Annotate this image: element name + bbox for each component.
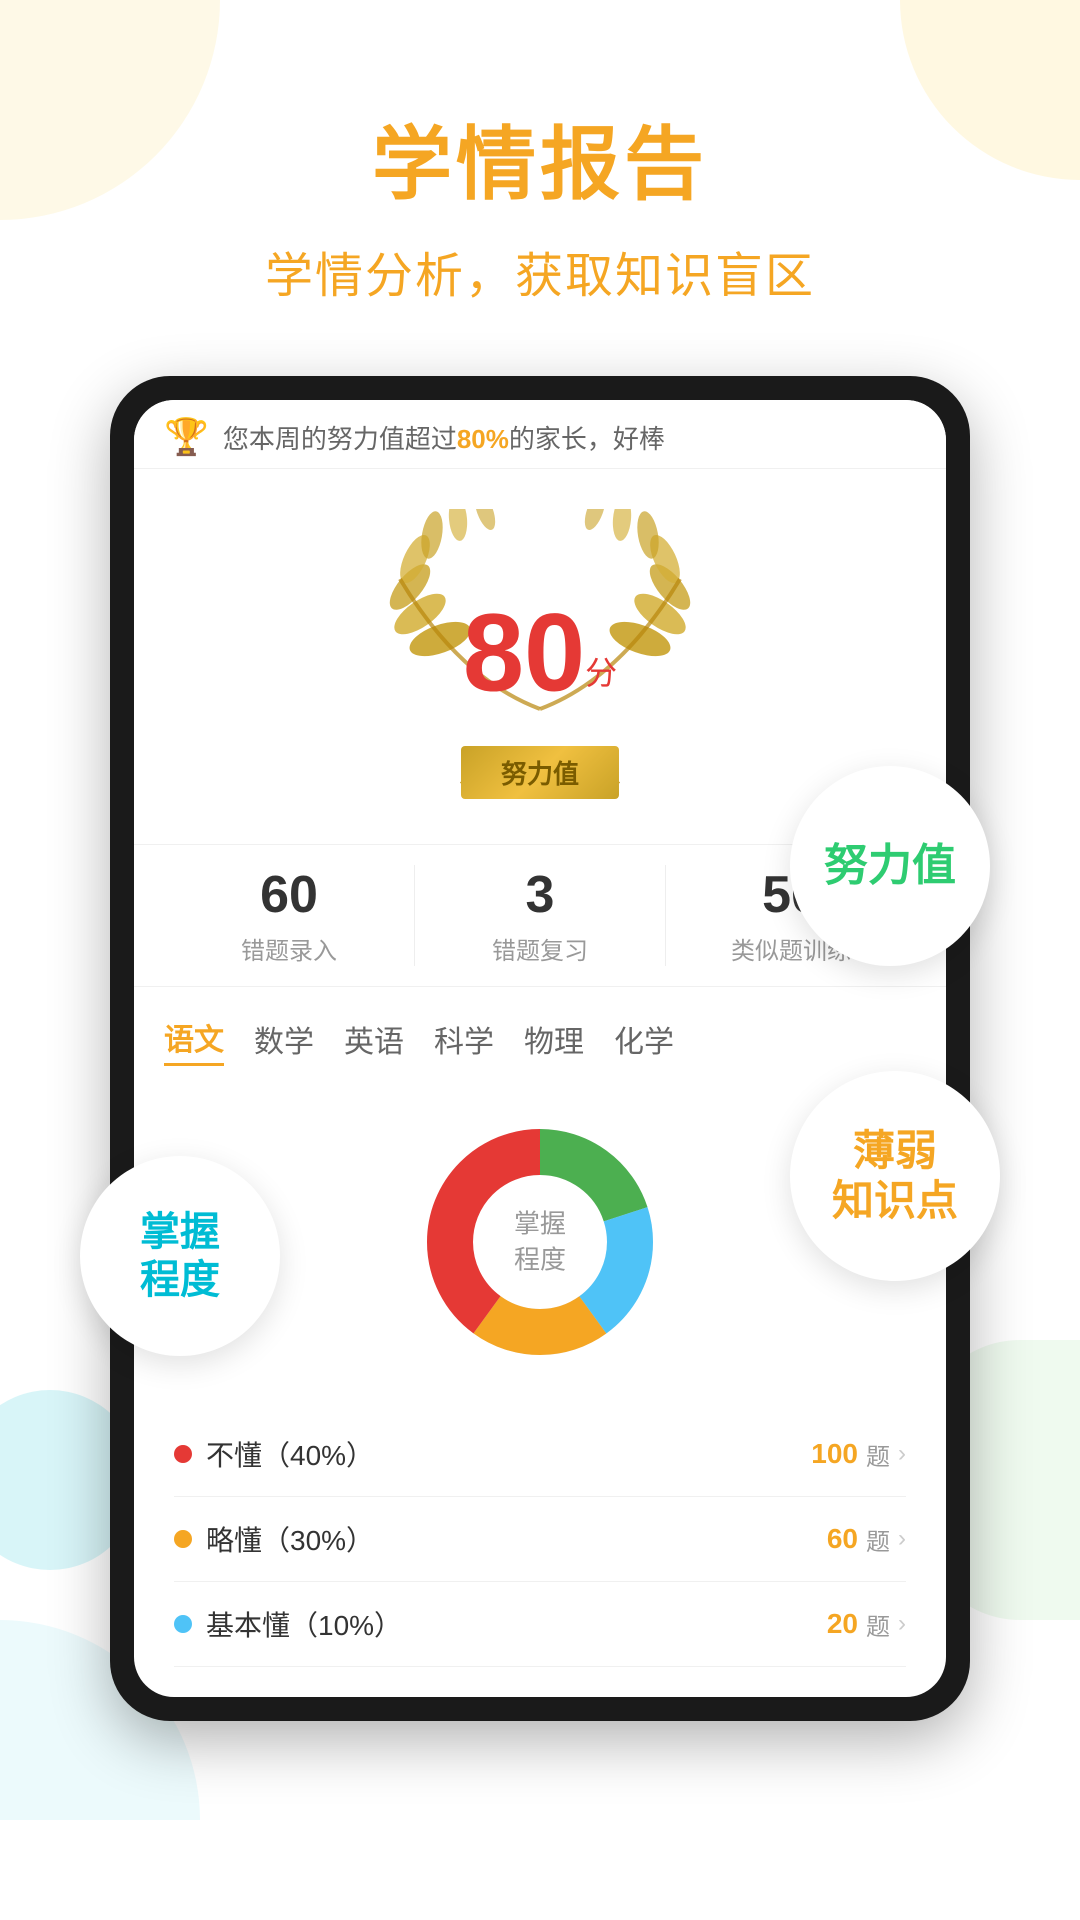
notification-prefix: 您本周的努力值超过 xyxy=(223,424,457,454)
legend-item-dont-know[interactable]: 不懂（40%） 100 题 › xyxy=(174,1412,906,1497)
main-title: 学情报告 xyxy=(0,100,1080,216)
page-container: 学情报告 学情分析，获取知识盲区 努力值 掌握程度 薄弱知识点 🏆 您本周的努力… xyxy=(0,0,1080,1920)
laurel-container: 80分 努力值 xyxy=(370,509,710,809)
legend-left-dont-know: 不懂（40%） xyxy=(174,1434,374,1474)
subject-tabs: 语文 数学 英语 科学 物理 化学 xyxy=(134,987,946,1082)
legend-unit-basic-know: 题 xyxy=(866,1607,890,1642)
score-inner: 80分 xyxy=(463,599,617,709)
score-number: 80 xyxy=(463,592,585,715)
notification-highlight: 80% xyxy=(457,424,509,454)
stat-label-wrong-entry: 错题录入 xyxy=(164,931,414,966)
legend-item-slight-know[interactable]: 略懂（30%） 60 题 › xyxy=(174,1497,906,1582)
notification-suffix: 的家长，好棒 xyxy=(509,424,665,454)
header-section: 学情报告 学情分析，获取知识盲区 xyxy=(0,0,1080,336)
legend-dot-basic-know xyxy=(174,1615,192,1633)
legend-count-slight-know: 60 xyxy=(827,1523,858,1555)
legend-dot-dont-know xyxy=(174,1445,192,1463)
tab-science[interactable]: 科学 xyxy=(434,1017,494,1065)
score-unit: 分 xyxy=(585,655,617,691)
stat-label-wrong-review: 错题复习 xyxy=(415,931,665,966)
tab-chinese[interactable]: 语文 xyxy=(164,1015,224,1066)
score-section: 80分 努力值 xyxy=(134,469,946,844)
score-label-ribbon: 努力值 xyxy=(461,746,619,799)
legend-list: 不懂（40%） 100 题 › 略懂（30%） xyxy=(164,1412,916,1667)
legend-count-basic-know: 20 xyxy=(827,1608,858,1640)
donut-container: 掌握程度 xyxy=(400,1102,680,1382)
legend-left-slight-know: 略懂（30%） xyxy=(174,1519,374,1559)
legend-arrow-slight-know: › xyxy=(898,1525,906,1553)
legend-item-basic-know[interactable]: 基本懂（10%） 20 题 › xyxy=(174,1582,906,1667)
legend-arrow-basic-know: › xyxy=(898,1610,906,1638)
badge-mastery: 掌握程度 xyxy=(80,1156,280,1356)
tab-math[interactable]: 数学 xyxy=(254,1017,314,1065)
donut-center-label: 掌握程度 xyxy=(514,1206,566,1279)
badge-weak-points: 薄弱知识点 xyxy=(790,1071,1000,1281)
notification-text: 您本周的努力值超过80%的家长，好棒 xyxy=(223,419,665,456)
legend-text-slight-know: 略懂（30%） xyxy=(206,1519,374,1559)
phone-wrapper: 努力值 掌握程度 薄弱知识点 🏆 您本周的努力值超过80%的家长，好棒 xyxy=(110,376,970,1721)
legend-text-dont-know: 不懂（40%） xyxy=(206,1434,374,1474)
stat-number-wrong-entry: 60 xyxy=(164,865,414,925)
legend-arrow-dont-know: › xyxy=(898,1440,906,1468)
stat-item-wrong-entry: 60 错题录入 xyxy=(164,865,414,966)
phone-screen: 🏆 您本周的努力值超过80%的家长，好棒 xyxy=(134,400,946,1697)
legend-count-dont-know: 100 xyxy=(811,1438,858,1470)
tab-english[interactable]: 英语 xyxy=(344,1017,404,1065)
badge-effort-text: 努力值 xyxy=(824,842,956,890)
badge-weak-points-text: 薄弱知识点 xyxy=(832,1126,958,1227)
legend-right-slight-know: 60 题 › xyxy=(827,1522,906,1557)
legend-right-dont-know: 100 题 › xyxy=(811,1437,906,1472)
badge-mastery-text: 掌握程度 xyxy=(140,1208,220,1304)
tab-chemistry[interactable]: 化学 xyxy=(614,1017,674,1065)
tab-physics[interactable]: 物理 xyxy=(524,1017,584,1065)
stat-item-wrong-review: 3 错题复习 xyxy=(414,865,665,966)
stat-number-wrong-review: 3 xyxy=(415,865,665,925)
legend-left-basic-know: 基本懂（10%） xyxy=(174,1604,402,1644)
phone-frame: 🏆 您本周的努力值超过80%的家长，好棒 xyxy=(110,376,970,1721)
badge-effort: 努力值 xyxy=(790,766,990,966)
legend-text-basic-know: 基本懂（10%） xyxy=(206,1604,402,1644)
trophy-icon: 🏆 xyxy=(164,416,209,458)
legend-right-basic-know: 20 题 › xyxy=(827,1607,906,1642)
sub-title: 学情分析，获取知识盲区 xyxy=(0,236,1080,306)
notification-bar: 🏆 您本周的努力值超过80%的家长，好棒 xyxy=(134,400,946,469)
legend-dot-slight-know xyxy=(174,1530,192,1548)
legend-unit-slight-know: 题 xyxy=(866,1522,890,1557)
legend-unit-dont-know: 题 xyxy=(866,1437,890,1472)
